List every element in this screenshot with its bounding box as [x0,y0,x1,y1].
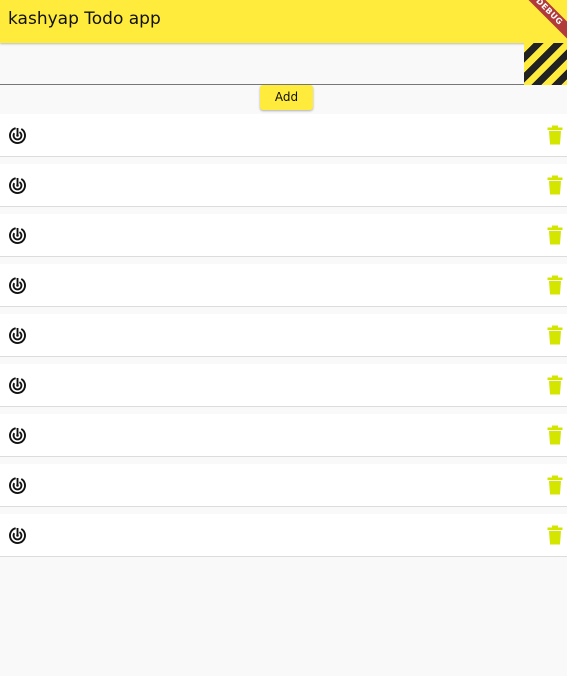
add-button[interactable]: Add [260,85,313,110]
todo-list-item[interactable] [0,164,567,207]
todo-list-item[interactable] [0,364,567,407]
todo-list-item[interactable] [0,414,567,457]
radar-icon [8,476,27,495]
striped-overflow-indicator [524,43,567,85]
delete-icon[interactable] [547,225,563,245]
radar-icon [8,426,27,445]
radar-icon [8,526,27,545]
app-title: kashyap Todo app [8,9,161,29]
todo-list-item[interactable] [0,314,567,357]
delete-icon[interactable] [547,475,563,495]
delete-icon[interactable] [547,175,563,195]
debug-banner: DEBUG [516,0,567,43]
delete-icon[interactable] [547,325,563,345]
todo-list-item[interactable] [0,264,567,307]
todo-list-item[interactable] [0,214,567,257]
todo-list-item[interactable] [0,514,567,557]
delete-icon[interactable] [547,425,563,445]
radar-icon [8,276,27,295]
radar-icon [8,226,27,245]
radar-icon [8,176,27,195]
todo-list-item[interactable] [0,114,567,157]
delete-icon[interactable] [547,525,563,545]
radar-icon [8,376,27,395]
todo-list-item[interactable] [0,464,567,507]
delete-icon[interactable] [547,275,563,295]
todo-input-row [0,43,567,85]
delete-icon[interactable] [547,375,563,395]
radar-icon [8,126,27,145]
delete-icon[interactable] [547,125,563,145]
radar-icon [8,326,27,345]
todo-list [0,114,567,564]
todo-input[interactable] [0,43,524,85]
app-bar: kashyap Todo app DEBUG [0,0,567,43]
